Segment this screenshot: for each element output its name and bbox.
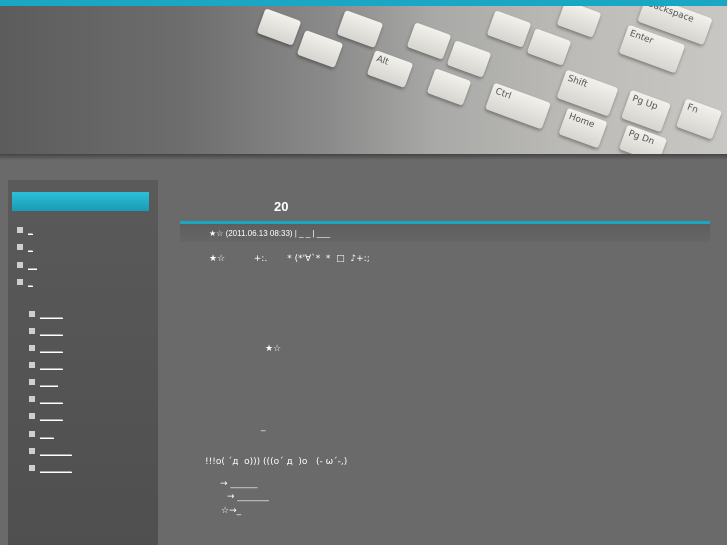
square-bullet-icon [29,379,35,385]
post-body-line: ★☆ +:. * (*'∀`* * □ ♪+:; [209,254,370,264]
keyboard-key-alt: Alt [366,49,414,89]
sidebar-subitem[interactable]: _____ [29,308,63,320]
keyboard-key-ctrl: Ctrl [485,82,551,130]
keyboard-key [296,29,344,69]
square-bullet-icon [29,328,35,334]
post-body-line: ★☆ [265,344,282,354]
keyboard-key [446,40,492,78]
sidebar-subitem-label: ___ [40,428,54,439]
sidebar-subitem-label: _____ [40,359,63,370]
post-body-line: !!!o( ´д o))) (((o´ д )o (- ω´-,) [205,457,348,467]
keyboard-key [426,68,472,106]
square-bullet-icon [29,396,35,402]
sidebar-subitem[interactable]: _____ [29,359,63,371]
header-shadow [0,154,727,160]
keyboard-key-fn: Fn [676,98,722,140]
sidebar-subitem[interactable]: _______ [29,462,72,474]
post-body-link[interactable]: ☆→_ [221,506,241,516]
square-bullet-icon [29,345,35,351]
sidebar-item-label: __ [28,259,37,270]
sidebar-subitem-label: _____ [40,393,63,404]
sidebar-subitem[interactable]: _____ [29,393,63,405]
sidebar-subitem[interactable]: _____ [29,342,63,354]
sidebar-item[interactable]: _ [17,241,33,253]
post-body-line: _ [261,422,266,432]
sidebar-item[interactable]: _ [17,224,33,236]
sidebar-subitem-label: _______ [40,462,72,473]
keyboard-key-shift: Shift [556,69,619,117]
post-meta[interactable]: ★☆ (2011.06.13 08:33) | _ _ | ___ [209,229,330,238]
square-bullet-icon [17,262,23,268]
square-bullet-icon [17,227,23,233]
sidebar-item-label: _ [28,241,33,252]
keyboard-key [486,10,532,48]
keyboard-key [556,6,602,38]
sidebar-item-label: _ [28,276,33,287]
sidebar-subitem[interactable]: _____ [29,325,63,337]
keyboard-key [256,8,302,46]
header-banner: Backspace Enter Shift Pg Up Fn Ctrl Home… [0,6,727,156]
keyboard-key [336,9,384,49]
sidebar-item[interactable]: __ [17,259,37,271]
sidebar-subitem-label: _____ [40,410,63,421]
square-bullet-icon [29,362,35,368]
sidebar-subitem[interactable]: ____ [29,376,58,388]
sidebar-item-label: _ [28,224,33,235]
sidebar-subitem[interactable]: _____ [29,410,63,422]
square-bullet-icon [29,311,35,317]
square-bullet-icon [29,431,35,437]
sidebar-subitem-label: ____ [40,376,58,387]
sidebar-subitem-label: _______ [40,445,72,456]
sidebar-subitem-label: _____ [40,325,63,336]
square-bullet-icon [17,279,23,285]
sidebar-subitem-label: _____ [40,308,63,319]
keyboard-key [406,22,452,60]
sidebar: _ _ __ _ _____ _____ _____ _____ ____ __… [8,180,158,545]
sidebar-subitem-label: _____ [40,342,63,353]
keyboard-key [526,28,572,66]
sidebar-title-bar [12,192,149,211]
square-bullet-icon [29,465,35,471]
sidebar-subitem[interactable]: _______ [29,445,72,457]
post-body-link[interactable]: → _______ [227,492,269,502]
sidebar-subitem[interactable]: ___ [29,428,54,440]
square-bullet-icon [17,244,23,250]
square-bullet-icon [29,448,35,454]
post-title: 20 [274,199,289,214]
square-bullet-icon [29,413,35,419]
sidebar-item[interactable]: _ [17,276,33,288]
post-body-link[interactable]: → ______ [220,479,257,489]
